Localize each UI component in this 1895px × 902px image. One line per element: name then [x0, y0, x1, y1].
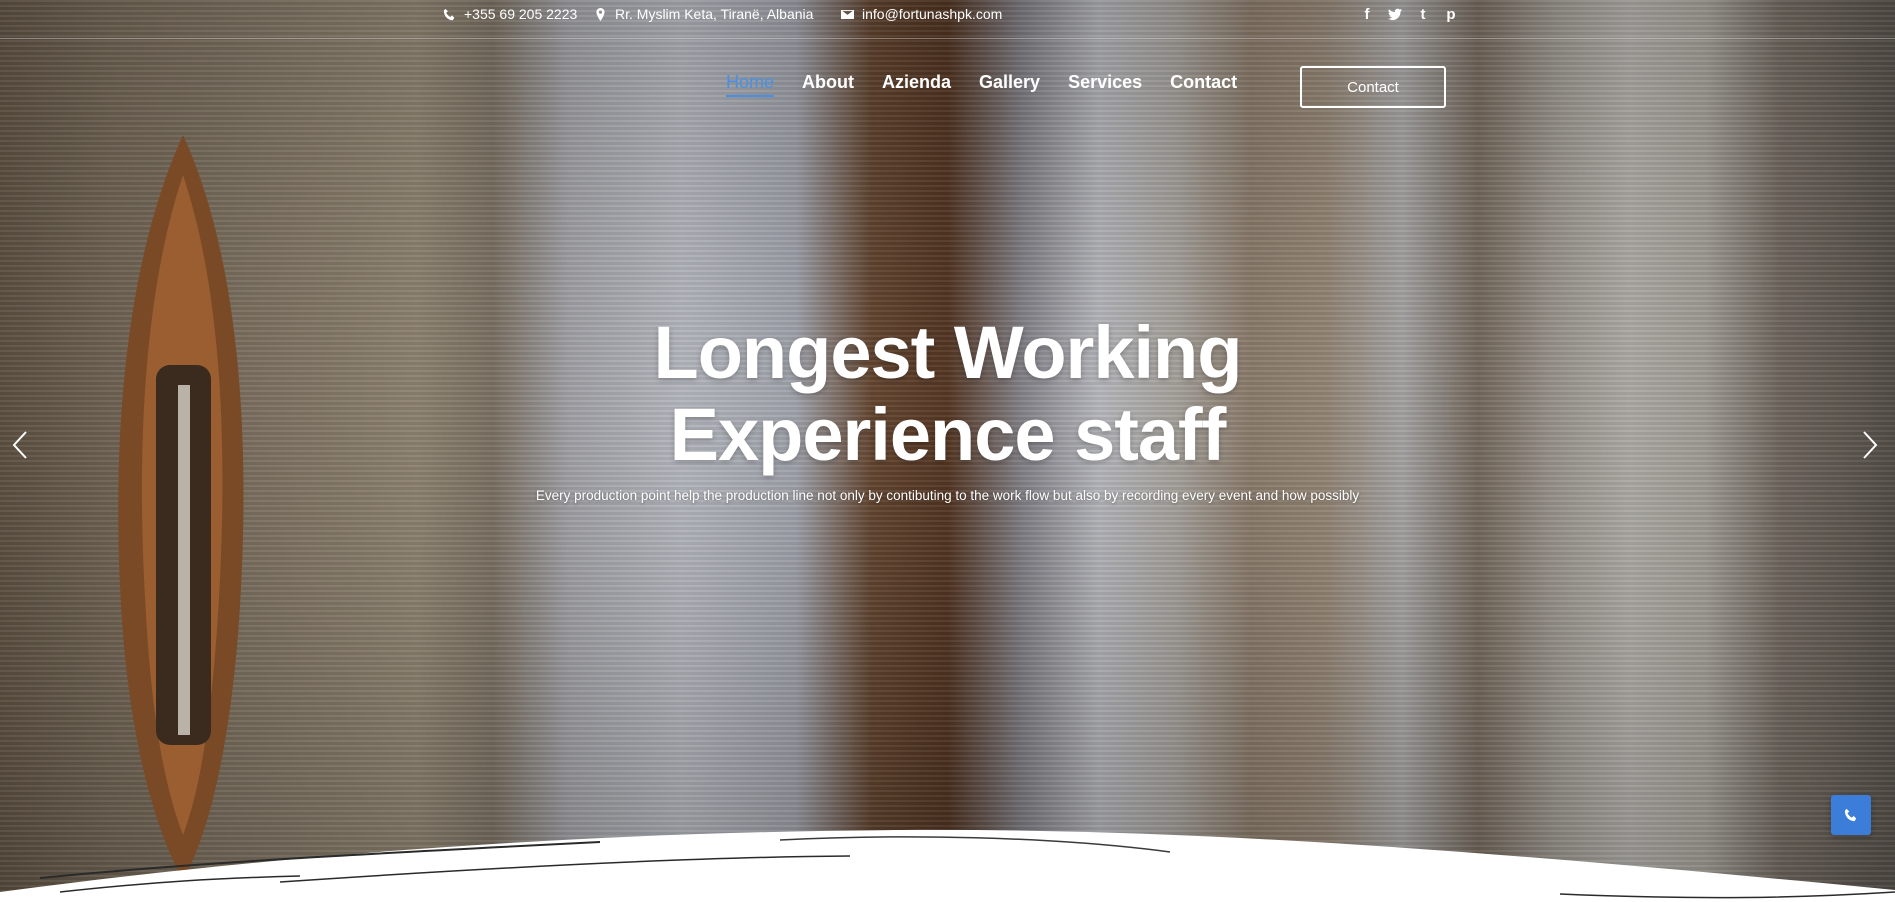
chevron-right-icon — [1863, 431, 1878, 459]
phone-number: +355 69 205 2223 — [464, 6, 578, 22]
email-contact[interactable]: info@fortunashpk.com — [841, 6, 1002, 22]
phone-icon — [443, 8, 455, 20]
main-navigation: Home About Azienda Gallery Services Cont… — [726, 72, 1237, 97]
nav-contact[interactable]: Contact — [1170, 72, 1237, 97]
map-pin-icon — [596, 7, 605, 21]
hero-subtitle: Every production point help the producti… — [535, 488, 1360, 503]
headline-line-2: Experience staff — [669, 393, 1227, 476]
top-info-bar: +355 69 205 2223 Rr. Myslim Keta, Tiranë… — [0, 0, 1895, 39]
nav-about[interactable]: About — [802, 72, 854, 97]
hero-headline: Longest Working Experience staff — [0, 312, 1895, 476]
loom-shuttle-image — [118, 135, 244, 880]
bottom-wave-divider — [0, 829, 1895, 902]
contact-button[interactable]: Contact — [1300, 66, 1446, 108]
email-address: info@fortunashpk.com — [862, 6, 1003, 22]
phone-contact[interactable]: +355 69 205 2223 — [443, 6, 577, 22]
call-button[interactable] — [1831, 795, 1871, 835]
twitter-icon[interactable] — [1388, 6, 1402, 22]
nav-azienda[interactable]: Azienda — [882, 72, 951, 97]
facebook-icon[interactable]: f — [1360, 6, 1374, 23]
address-contact[interactable]: Rr. Myslim Keta, Tiranë, Albania — [594, 6, 813, 22]
pinterest-icon[interactable]: p — [1444, 6, 1458, 23]
social-links: f t p — [1360, 6, 1458, 23]
phone-icon — [1844, 808, 1857, 822]
address-text: Rr. Myslim Keta, Tiranë, Albania — [615, 6, 814, 22]
envelope-icon — [841, 9, 854, 19]
nav-services[interactable]: Services — [1068, 72, 1142, 97]
slider-next-arrow[interactable] — [1858, 430, 1882, 460]
chevron-left-icon — [12, 431, 27, 459]
slider-prev-arrow[interactable] — [8, 430, 32, 460]
headline-line-1: Longest Working — [653, 311, 1243, 394]
nav-gallery[interactable]: Gallery — [979, 72, 1040, 97]
tumblr-icon[interactable]: t — [1416, 6, 1430, 23]
nav-home[interactable]: Home — [726, 72, 775, 97]
